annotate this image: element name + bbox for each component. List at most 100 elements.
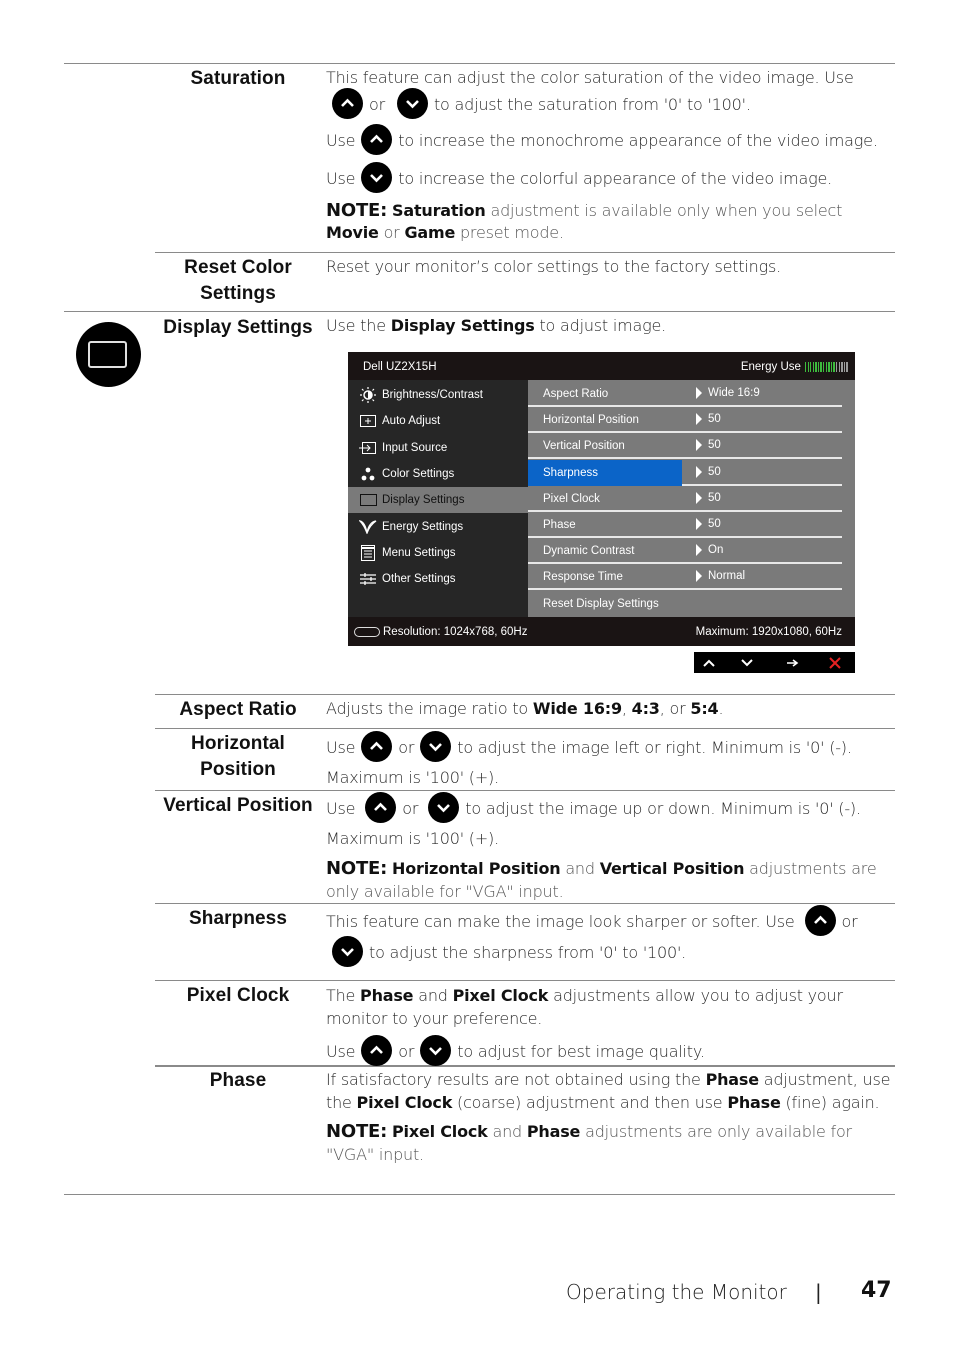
text: Use xyxy=(326,1042,356,1061)
desc-horizontal-position: Use or to adjust the image left or right. … xyxy=(326,731,896,792)
text: Reset Color xyxy=(184,257,292,278)
osd-menu-item[interactable]: Brightness/Contrast xyxy=(348,382,528,408)
osd-option-row[interactable]: Response Time Normal xyxy=(528,564,842,591)
enter-arrow-icon xyxy=(778,652,808,673)
osd-menu-item[interactable]: Menu Settings xyxy=(348,540,528,566)
triangle-right-icon xyxy=(696,491,702,504)
energy-tick xyxy=(830,362,833,372)
text: to adjust for best image quality. xyxy=(457,1042,705,1061)
osd-option-row[interactable]: Horizontal Position 50 xyxy=(528,407,842,434)
osd-option-value: 50 xyxy=(696,439,721,452)
paragraph: The Phase and Pixel Clock adjustments al… xyxy=(326,985,896,1030)
note: NOTE: Horizontal Position and Vertical P… xyxy=(326,857,896,903)
osd-option-label: Dynamic Contrast xyxy=(543,545,635,558)
energy-tick xyxy=(846,362,848,372)
text: Horizontal xyxy=(191,733,285,754)
text: to increase the monochrome appearance of… xyxy=(398,130,878,150)
energy-tick xyxy=(833,362,835,372)
paragraph: If satisfactory results are not obtained… xyxy=(326,1069,896,1114)
vga-connector-icon xyxy=(354,627,380,637)
divider xyxy=(155,980,895,981)
osd-max-resolution: Maximum: 1920x1080, 60Hz xyxy=(695,626,842,638)
energy-tick xyxy=(823,362,825,372)
osd-option-value: On xyxy=(696,544,724,557)
osd-menu-item[interactable]: Color Settings xyxy=(348,461,528,487)
text: Use xyxy=(326,799,356,818)
text: Phase xyxy=(360,986,414,1005)
energy-tick xyxy=(807,362,809,372)
value-text: Wide 16:9 xyxy=(708,387,760,399)
paragraph: Use to increase the monochrome appearance… xyxy=(326,123,896,157)
down-button-icon xyxy=(396,87,428,119)
text: to adjust image. xyxy=(534,316,667,335)
text: Adjusts the image ratio to xyxy=(326,699,533,718)
down-button-icon xyxy=(428,792,460,823)
osd-option-row[interactable]: Dynamic Contrast On xyxy=(528,538,842,565)
energy-settings-icon xyxy=(357,519,379,534)
text: and xyxy=(413,986,453,1005)
note-label: NOTE: xyxy=(326,858,388,879)
input-source-icon xyxy=(357,441,379,454)
text: or xyxy=(398,1042,415,1061)
text: to adjust the sharpness from '0' to '100… xyxy=(369,943,687,962)
energy-tick xyxy=(804,362,807,372)
osd-footer: Resolution: 1024x768, 60Hz Maximum: 1920… xyxy=(348,617,855,646)
text: 5:4 xyxy=(690,699,719,718)
energy-tick xyxy=(812,362,814,372)
osd-option-row[interactable]: Reset Display Settings xyxy=(528,591,842,617)
osd-option-label: Sharpness xyxy=(543,466,598,479)
value-text: 50 xyxy=(708,413,721,426)
triangle-right-icon xyxy=(696,570,702,583)
osd-menu-item[interactable]: Other Settings xyxy=(348,566,528,592)
energy-tick xyxy=(815,362,817,372)
text: Pixel Clock xyxy=(356,1092,453,1112)
osd-option-row[interactable]: Sharpness 50 xyxy=(528,459,842,486)
text: Horizontal Position xyxy=(392,859,561,878)
desc-vertical-position: Use or to adjust the image up or down. Min… xyxy=(326,792,896,903)
menu-settings-icon xyxy=(357,544,379,561)
down-button-icon xyxy=(332,936,363,967)
osd-option-row[interactable]: Vertical Position 50 xyxy=(528,433,842,460)
energy-use-meter: Energy Use xyxy=(741,361,849,373)
divider xyxy=(64,311,895,312)
osd-menu-label: Brightness/Contrast xyxy=(382,389,483,401)
text: Wide 16:9 xyxy=(532,699,622,718)
note: NOTE: Pixel Clock and Phase adjustments … xyxy=(326,1121,896,1166)
osd-menu-item[interactable]: Energy Settings xyxy=(348,514,528,540)
down-button-icon xyxy=(420,731,452,762)
note: NOTE: Saturation adjustment is available… xyxy=(326,200,896,245)
energy-tick xyxy=(817,362,820,372)
text: Position xyxy=(200,759,276,780)
value-text: On xyxy=(708,544,724,557)
down-button-icon xyxy=(420,1035,452,1066)
note-label: NOTE: xyxy=(326,1121,388,1142)
osd-menu-label: Menu Settings xyxy=(382,546,456,559)
text: . xyxy=(718,699,724,718)
text: and xyxy=(487,1122,527,1141)
desc-pixel-clock: The Phase and Pixel Clock adjustments al… xyxy=(326,985,896,1075)
desc-display-settings: Use the Display Settings to adjust image… xyxy=(326,315,896,338)
triangle-right-icon xyxy=(696,387,702,399)
auto-adjust-icon xyxy=(357,415,379,428)
osd-main-menu: Brightness/Contrast Auto Adjust Input Sour… xyxy=(348,380,528,617)
osd-menu-item[interactable]: Input Source xyxy=(348,435,528,461)
value-text: 50 xyxy=(708,518,721,530)
osd-header: Dell UZ2X15H Energy Use xyxy=(348,352,855,380)
desc-sharpness: This feature can make the image look sha… xyxy=(326,905,896,969)
osd-option-row[interactable]: Phase 50 xyxy=(528,512,842,538)
text: , or xyxy=(659,699,691,718)
osd-option-row[interactable]: Pixel Clock 50 xyxy=(528,486,842,512)
osd-menu-screenshot: Dell UZ2X15H Energy Use Brightness/Contr… xyxy=(348,352,855,646)
divider xyxy=(64,1194,895,1195)
text: 4:3 xyxy=(631,699,660,718)
osd-option-row[interactable]: Aspect Ratio Wide 16:9 xyxy=(528,381,842,407)
osd-menu-item[interactable]: Display Settings xyxy=(348,487,528,514)
display-settings-icon xyxy=(357,494,379,507)
paragraph: Use or to adjust for best image quality. xyxy=(326,1035,896,1068)
osd-option-label: Horizontal Position xyxy=(543,414,639,427)
osd-menu-item[interactable]: Auto Adjust xyxy=(348,408,528,434)
text: Use xyxy=(326,168,356,188)
text: , xyxy=(621,699,632,718)
up-button-icon xyxy=(332,87,363,119)
text: Pixel Clock xyxy=(392,1122,488,1141)
